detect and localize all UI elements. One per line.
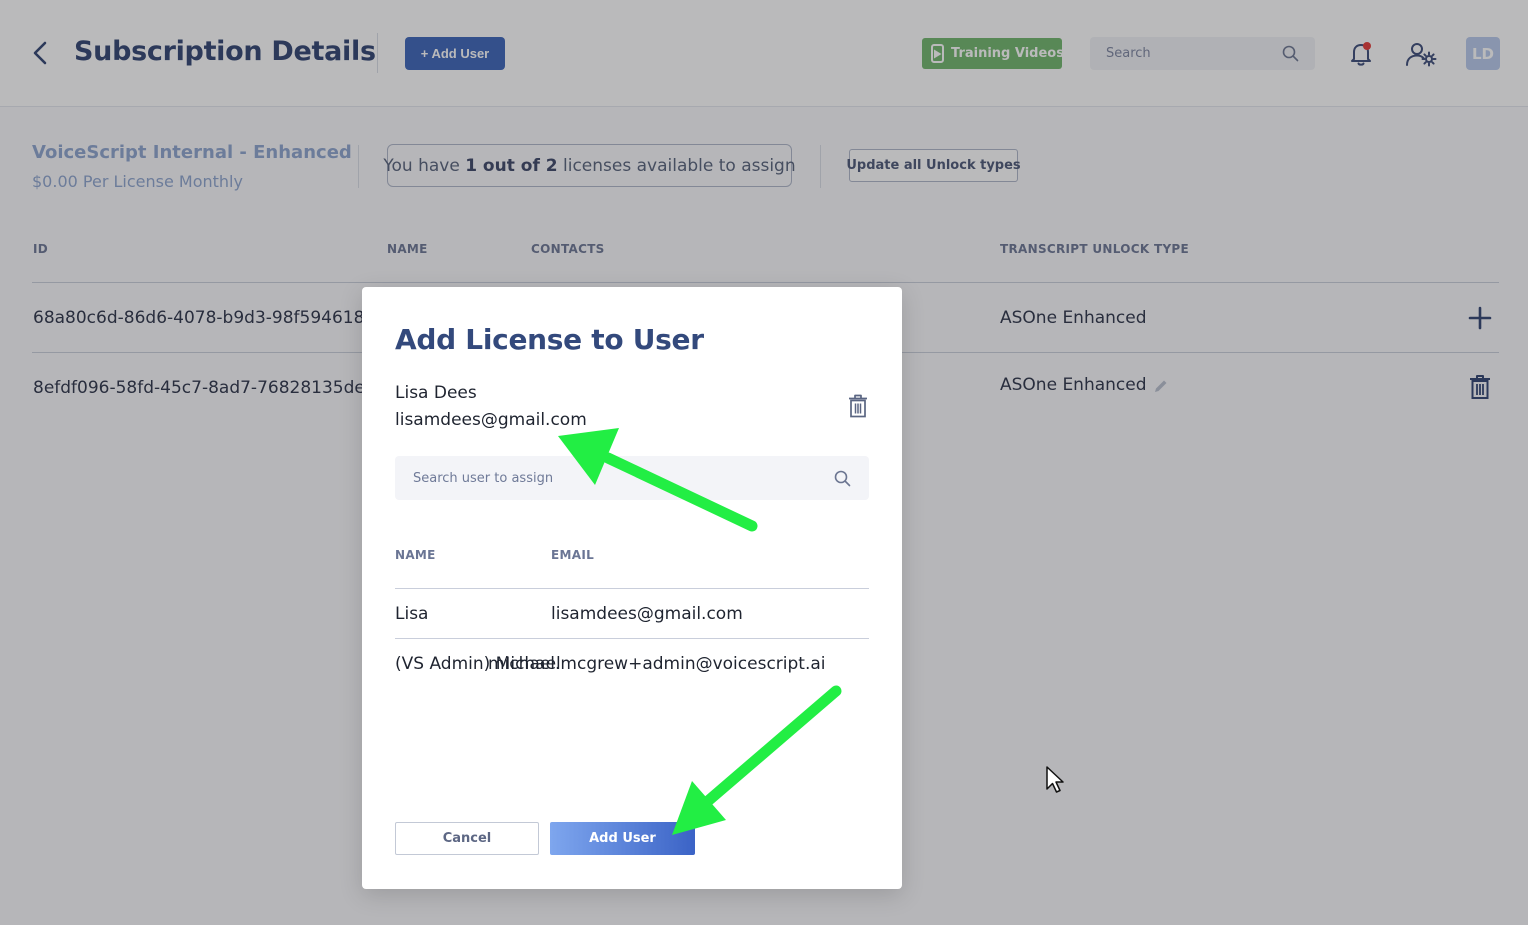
remove-selected-user-button[interactable]: [846, 393, 870, 419]
user-row[interactable]: (VS Admin) Michael michael.mcgrew+admin@…: [395, 639, 869, 687]
add-user-button[interactable]: Add User: [550, 822, 695, 855]
cancel-button[interactable]: Cancel: [395, 822, 539, 855]
search-icon[interactable]: [834, 470, 851, 487]
trash-icon: [849, 394, 867, 418]
user-search-input[interactable]: [413, 470, 793, 486]
column-header-name: NAME: [395, 548, 436, 562]
add-license-modal: Add License to User Lisa Dees lisamdees@…: [362, 287, 902, 889]
user-name: Lisa: [395, 604, 429, 624]
cursor-icon: [1046, 766, 1064, 793]
user-search: [395, 456, 869, 500]
user-email: lisamdees@gmail.com: [551, 604, 743, 624]
user-email: michael.mcgrew+admin@voicescript.ai: [488, 654, 826, 674]
column-header-email: EMAIL: [551, 548, 595, 562]
selected-user-name: Lisa Dees: [395, 383, 477, 403]
user-row[interactable]: Lisa lisamdees@gmail.com: [395, 589, 869, 637]
selected-user-email: lisamdees@gmail.com: [395, 410, 587, 430]
modal-title: Add License to User: [395, 323, 704, 356]
